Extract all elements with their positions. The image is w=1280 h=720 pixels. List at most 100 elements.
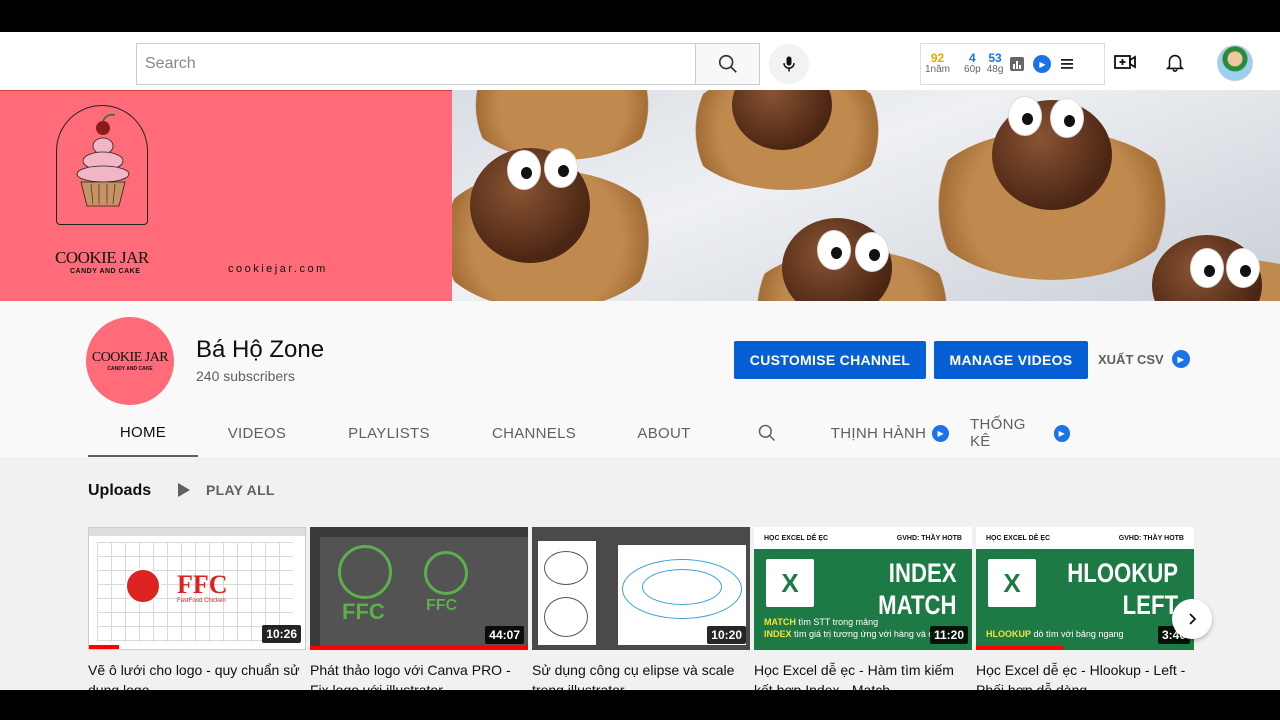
video-card[interactable]: 10:20 Sử dụng công cụ elipse và scale tr… bbox=[532, 527, 750, 690]
customise-channel-button[interactable]: CUSTOMISE CHANNEL bbox=[734, 341, 926, 379]
thumb-header-right: GVHD: THẦY HOTB bbox=[896, 534, 962, 542]
manage-videos-button[interactable]: MANAGE VIDEOS bbox=[934, 341, 1088, 379]
channel-banner: COOKIE JAR CANDY AND CAKE cookiejar.com bbox=[0, 90, 1280, 301]
thumb-caption-1: MATCH tìm STT trong mảng bbox=[764, 617, 879, 627]
video-card[interactable]: HỌC EXCEL DỄ ẸC GVHD: THẦY HOTB X HLOOKU… bbox=[976, 527, 1194, 690]
stat-age: 92 1năm bbox=[925, 52, 950, 75]
search-box[interactable] bbox=[136, 43, 696, 85]
thumb-header-right: GVHD: THẦY HOTB bbox=[1118, 534, 1184, 542]
watch-progress bbox=[89, 645, 120, 649]
extension-stats-panel[interactable]: 92 1năm 4 60p 53 48g ▶ bbox=[920, 43, 1105, 85]
thumb-header: HỌC EXCEL DỄ ẸC GVHD: THẦY HOTB bbox=[754, 527, 972, 549]
extension-icon[interactable]: ▶ bbox=[1033, 55, 1052, 73]
extension-icon: ▶ bbox=[1171, 350, 1190, 368]
search-icon bbox=[718, 54, 737, 73]
menu-icon[interactable] bbox=[1059, 56, 1075, 72]
tab-videos[interactable]: VIDEOS bbox=[206, 409, 308, 457]
brand-url: cookiejar.com bbox=[228, 263, 328, 275]
tab-playlists[interactable]: PLAYLISTS bbox=[336, 409, 442, 457]
bell-icon bbox=[1165, 54, 1185, 72]
stat-frequency: 4 60p bbox=[964, 52, 981, 75]
search-input[interactable] bbox=[137, 44, 696, 84]
tab-channels[interactable]: CHANNELS bbox=[484, 409, 584, 457]
brand-name: COOKIE JAR bbox=[55, 248, 149, 267]
tab-about[interactable]: ABOUT bbox=[628, 409, 700, 457]
uploads-shelf: Uploads PLAY ALL FFC FastFood Chicken 10… bbox=[0, 457, 1280, 690]
channel-header: COOKIE JAR CANDY AND CAKE Bá Hộ Zone 240… bbox=[0, 301, 1280, 457]
stat-age-label: 1năm bbox=[925, 64, 951, 76]
voice-search-button[interactable] bbox=[769, 44, 809, 84]
play-all-label: PLAY ALL bbox=[206, 482, 275, 498]
video-thumbnail[interactable]: FFC FastFood Chicken 10:26 bbox=[88, 527, 306, 650]
extension-icon: ▶ bbox=[1053, 424, 1070, 442]
video-thumbnail[interactable]: HỌC EXCEL DỄ ẸC GVHD: THẦY HOTB X HLOOKU… bbox=[976, 527, 1194, 650]
stat-hours-label: 48g bbox=[986, 64, 1004, 76]
banner-brand-panel: COOKIE JAR CANDY AND CAKE cookiejar.com bbox=[0, 90, 452, 301]
masthead: 92 1năm 4 60p 53 48g ▶ bbox=[0, 32, 1280, 90]
channel-avatar-subtext: CANDY AND CAKE bbox=[107, 366, 153, 372]
shelf-next-button[interactable] bbox=[1172, 599, 1212, 639]
letterbox-top bbox=[0, 0, 1280, 32]
thumb-headline: INDEX MATCH bbox=[877, 558, 956, 620]
video-thumbnail[interactable]: FFC FFC 44:07 bbox=[310, 527, 528, 650]
thumb-headline: HLOOKUP LEFT bbox=[1067, 558, 1178, 620]
channel-avatar[interactable]: COOKIE JAR CANDY AND CAKE bbox=[86, 317, 174, 405]
thumb-header-left: HỌC EXCEL DỄ ẸC bbox=[764, 534, 829, 542]
thumb-header: HỌC EXCEL DỄ ẸC GVHD: THẦY HOTB bbox=[976, 527, 1194, 549]
excel-icon: X bbox=[766, 559, 814, 607]
stat-frequency-label: 60p bbox=[964, 64, 981, 76]
letterbox-bottom bbox=[0, 690, 1280, 720]
thumb-caption-1: HLOOKUP dò tìm với bảng ngang bbox=[986, 629, 1124, 639]
thumb-header-left: HỌC EXCEL DỄ ẸC bbox=[986, 534, 1051, 542]
tab-trending-label: THỊNH HÀNH bbox=[830, 424, 927, 442]
notifications-button[interactable] bbox=[1160, 47, 1190, 77]
video-thumbnail[interactable]: HỌC EXCEL DỄ ẸC GVHD: THẦY HOTB X INDEX … bbox=[754, 527, 972, 650]
thumb-ffc-text: FFC bbox=[177, 570, 228, 599]
cupcake-icon bbox=[76, 113, 130, 207]
watch-progress bbox=[976, 646, 1064, 650]
video-duration: 10:26 bbox=[262, 625, 301, 643]
tab-trending[interactable]: THỊNH HÀNH ▶ bbox=[830, 409, 950, 457]
thumb-caption-2: INDEX tìm giá trị tương ứng với hàng và … bbox=[764, 629, 941, 639]
video-duration: 44:07 bbox=[485, 626, 524, 644]
subscriber-count: 240 subscribers bbox=[196, 368, 295, 384]
channel-avatar-text: COOKIE JAR bbox=[91, 350, 169, 365]
video-title[interactable]: Vẽ ô lưới cho logo - quy chuẩn sử dụng l… bbox=[88, 660, 306, 690]
channel-name: Bá Hộ Zone bbox=[196, 336, 325, 363]
chart-icon[interactable] bbox=[1009, 56, 1025, 72]
video-title[interactable]: Học Excel dễ ẹc - Hlookup - Left - Phối … bbox=[976, 660, 1194, 690]
video-card[interactable]: HỌC EXCEL DỄ ẸC GVHD: THẦY HOTB X INDEX … bbox=[754, 527, 972, 690]
mic-icon bbox=[783, 56, 795, 72]
video-duration: 10:20 bbox=[707, 626, 746, 644]
stat-hours: 53 48g bbox=[987, 52, 1004, 75]
tab-home[interactable]: HOME bbox=[88, 409, 198, 457]
create-video-icon bbox=[1114, 55, 1136, 69]
search-icon bbox=[758, 424, 776, 442]
search-button[interactable] bbox=[695, 43, 760, 85]
create-button[interactable] bbox=[1110, 47, 1140, 77]
cupcake-logo bbox=[56, 105, 148, 225]
video-card[interactable]: FFC FFC 44:07 Phát thảo logo với Canva P… bbox=[310, 527, 528, 690]
video-card[interactable]: FFC FastFood Chicken 10:26 Vẽ ô lưới cho… bbox=[88, 527, 306, 690]
play-icon bbox=[178, 483, 190, 497]
tab-stats[interactable]: THỐNG KÊ ▶ bbox=[970, 409, 1070, 457]
export-csv-label: XUẤT CSV bbox=[1098, 351, 1164, 367]
tab-search[interactable] bbox=[752, 409, 782, 457]
youtube-page: 92 1năm 4 60p 53 48g ▶ bbox=[0, 32, 1280, 690]
thumb-ffc-text-2: FFC bbox=[426, 597, 458, 614]
excel-icon: X bbox=[988, 559, 1036, 607]
video-title[interactable]: Phát thảo logo với Canva PRO - Fix logo … bbox=[310, 660, 528, 690]
account-avatar[interactable] bbox=[1217, 45, 1253, 81]
play-all-button[interactable]: PLAY ALL bbox=[178, 482, 275, 498]
thumb-ffc-text: FFC bbox=[342, 599, 385, 624]
video-title[interactable]: Học Excel dễ ẹc - Hàm tìm kiếm kết hợp I… bbox=[754, 660, 972, 690]
uploads-title[interactable]: Uploads bbox=[88, 482, 151, 500]
chevron-right-icon bbox=[1189, 613, 1197, 625]
export-csv-button[interactable]: XUẤT CSV ▶ bbox=[1098, 350, 1190, 368]
tab-stats-label: THỐNG KÊ bbox=[970, 416, 1026, 450]
channel-tabs: HOME VIDEOS PLAYLISTS CHANNELS ABOUT THỊ… bbox=[88, 409, 1188, 457]
extension-icon: ▶ bbox=[932, 424, 950, 442]
banner-cookie-photo bbox=[452, 90, 1280, 301]
video-title[interactable]: Sử dụng công cụ elipse và scale trong il… bbox=[532, 660, 750, 690]
video-thumbnail[interactable]: 10:20 bbox=[532, 527, 750, 650]
